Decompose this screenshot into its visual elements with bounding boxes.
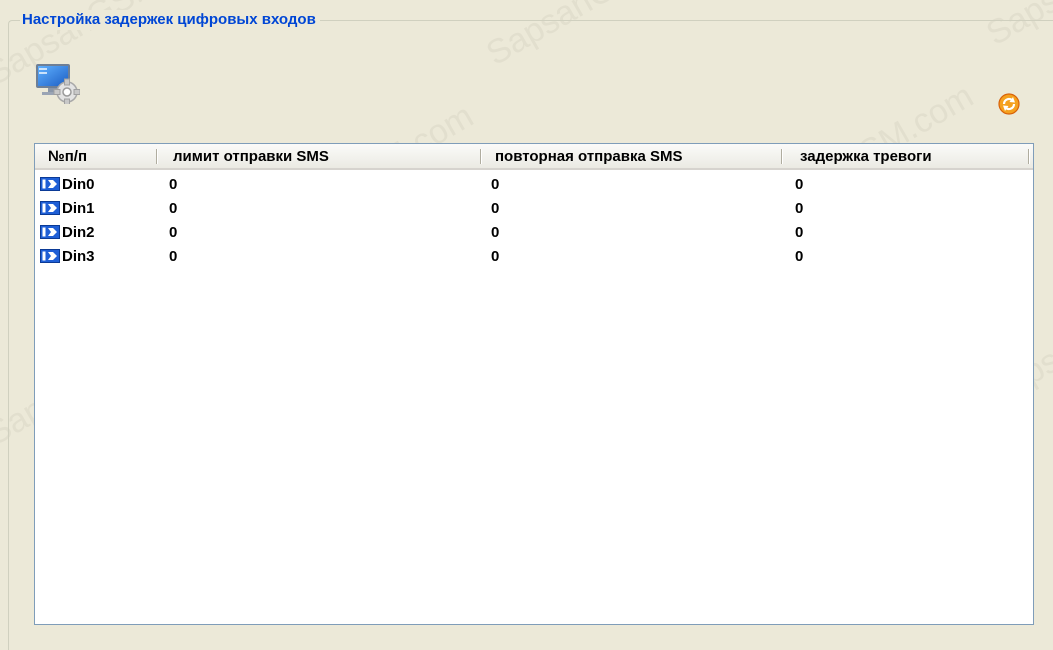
sms-repeat-value: 0 (491, 176, 500, 193)
table-row[interactable]: Din1 0 0 0 (35, 197, 1031, 219)
monitor-gear-icon (36, 64, 80, 104)
input-name: Din1 (62, 200, 95, 217)
input-name: Din0 (62, 176, 95, 193)
sms-limit-value: 0 (169, 248, 178, 265)
table-row[interactable]: Din3 0 0 0 (35, 245, 1031, 267)
table-row[interactable]: Din2 0 0 0 (35, 221, 1031, 243)
column-header-sms-repeat[interactable]: повторная отправка SMS (495, 144, 683, 168)
column-header-alarm-delay[interactable]: задержка тревоги (800, 144, 932, 168)
column-header-sms-limit[interactable]: лимит отправки SMS (173, 144, 329, 168)
list-header: №п/п лимит отправки SMS повторная отправ… (35, 144, 1033, 170)
sms-limit-value: 0 (169, 176, 178, 193)
sms-repeat-value: 0 (491, 200, 500, 217)
sms-limit-value: 0 (169, 200, 178, 217)
delay-list[interactable]: №п/п лимит отправки SMS повторная отправ… (34, 143, 1034, 625)
digital-input-icon (40, 177, 60, 191)
column-separator[interactable] (480, 149, 482, 164)
column-header-number[interactable]: №п/п (48, 144, 87, 168)
column-separator[interactable] (156, 149, 158, 164)
column-separator[interactable] (1028, 149, 1030, 164)
input-name: Din3 (62, 248, 95, 265)
alarm-delay-value: 0 (795, 200, 804, 217)
alarm-delay-value: 0 (795, 248, 804, 265)
input-name: Din2 (62, 224, 95, 241)
alarm-delay-value: 0 (795, 224, 804, 241)
digital-input-icon (40, 249, 60, 263)
alarm-delay-value: 0 (795, 176, 804, 193)
settings-panel: SapsanGSM.comSapsanGSM.comSapsanGSM.comS… (0, 0, 1053, 650)
refresh-icon[interactable] (998, 93, 1020, 115)
sms-repeat-value: 0 (491, 224, 500, 241)
group-title: Настройка задержек цифровых входов (20, 10, 320, 30)
column-separator[interactable] (781, 149, 783, 164)
digital-input-icon (40, 225, 60, 239)
table-row[interactable]: Din0 0 0 0 (35, 173, 1031, 195)
sms-limit-value: 0 (169, 224, 178, 241)
digital-input-icon (40, 201, 60, 215)
sms-repeat-value: 0 (491, 248, 500, 265)
